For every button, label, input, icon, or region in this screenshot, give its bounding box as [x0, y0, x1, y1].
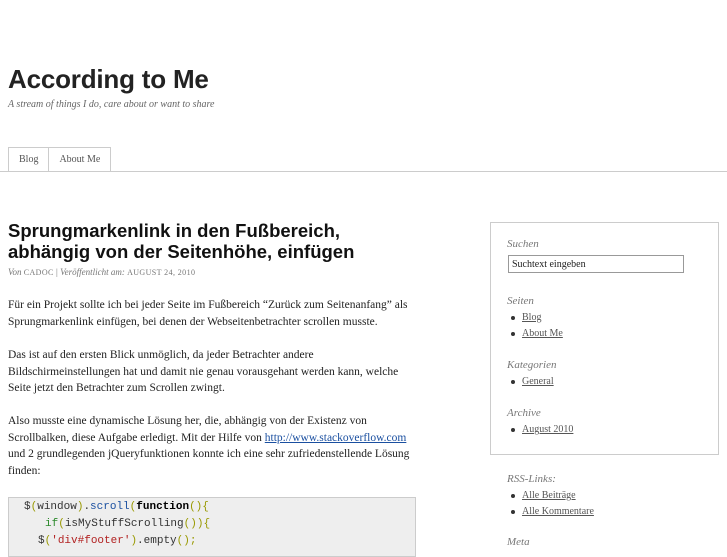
post-paragraph-3-text-end: und 2 grundlegenden jQueryfunktionen kon… — [8, 448, 410, 477]
code-token: $ — [24, 501, 31, 513]
code-token: (){ — [189, 501, 209, 513]
list-item: Blog — [511, 310, 563, 326]
pages-widget-title: Seiten — [507, 295, 534, 307]
code-token: scroll — [90, 501, 130, 513]
list-item: Alle Kommentare — [511, 504, 594, 520]
code-token: ()){ — [183, 518, 211, 530]
archive-link-august-2010[interactable]: August 2010 — [522, 424, 573, 435]
code-token: (); — [176, 535, 197, 547]
post-author[interactable]: CADOC — [24, 268, 54, 277]
rss-widget-title: RSS-Links: — [507, 473, 556, 485]
code-token: function — [136, 501, 190, 513]
code-token: $ — [38, 535, 45, 547]
list-item: Alle Beiträge — [511, 488, 594, 504]
post-paragraph-2: Das ist auf den ersten Blick unmöglich, … — [8, 349, 399, 394]
rss-link-all-comments[interactable]: Alle Kommentare — [522, 506, 594, 517]
list-item: General — [511, 374, 554, 390]
stackoverflow-link[interactable]: http://www.stackoverflow.com — [265, 432, 407, 444]
code-token: ( — [58, 518, 65, 530]
meta-widget-title: Meta — [507, 536, 530, 548]
pages-link-about-me[interactable]: About Me — [522, 328, 563, 339]
post-title[interactable]: Sprungmarkenlink in den Fußbereich, abhä… — [8, 220, 408, 262]
post-published-label: Veröffentlicht am: — [60, 267, 125, 277]
categories-widget-title: Kategorien — [507, 359, 557, 371]
code-token: 'div#footer' — [51, 535, 131, 547]
post-paragraph-3: Also musste eine dynamische Lösung her, … — [8, 413, 418, 479]
pages-list: Blog About Me — [511, 310, 563, 342]
code-token: if — [45, 518, 59, 530]
category-link-general[interactable]: General — [522, 376, 554, 387]
post-meta: Von CADOC | Veröffentlicht am: August 24… — [8, 267, 195, 277]
post-by-label: Von — [8, 267, 22, 277]
rss-list: Alle Beiträge Alle Kommentare — [511, 488, 594, 520]
post-date: August 24, 2010 — [127, 268, 196, 277]
post-paragraph-1: Für ein Projekt sollte ich bei jeder Sei… — [8, 299, 408, 328]
archive-list: August 2010 — [510, 422, 573, 438]
search-input[interactable] — [508, 255, 684, 273]
code-line-1: $(window).scroll(function(){ — [9, 499, 415, 516]
tab-blog[interactable]: Blog — [8, 147, 50, 171]
main-navigation: Blog About Me — [8, 147, 112, 171]
code-token: .empty — [137, 535, 177, 547]
list-item: About Me — [511, 326, 563, 342]
archive-widget-title: Archive — [507, 407, 541, 419]
tab-about-me[interactable]: About Me — [49, 147, 112, 171]
site-description: A stream of things I do, care about or w… — [8, 99, 215, 110]
pages-link-blog[interactable]: Blog — [522, 312, 541, 323]
code-line-2: if(isMyStuffScrolling()){ — [9, 516, 415, 533]
list-item: August 2010 — [510, 422, 573, 438]
code-token: isMyStuffScrolling — [64, 518, 184, 530]
code-line-3: $('div#footer').empty(); — [9, 533, 415, 550]
search-widget-title: Suchen — [507, 238, 539, 250]
navigation-divider — [0, 171, 727, 172]
site-title[interactable]: According to Me — [8, 64, 209, 95]
code-block: $(window).scroll(function(){if(isMyStuff… — [8, 497, 416, 557]
code-token: window — [37, 501, 77, 513]
rss-link-all-posts[interactable]: Alle Beiträge — [522, 490, 576, 501]
categories-list: General — [511, 374, 554, 390]
post-meta-separator: | — [56, 267, 58, 277]
